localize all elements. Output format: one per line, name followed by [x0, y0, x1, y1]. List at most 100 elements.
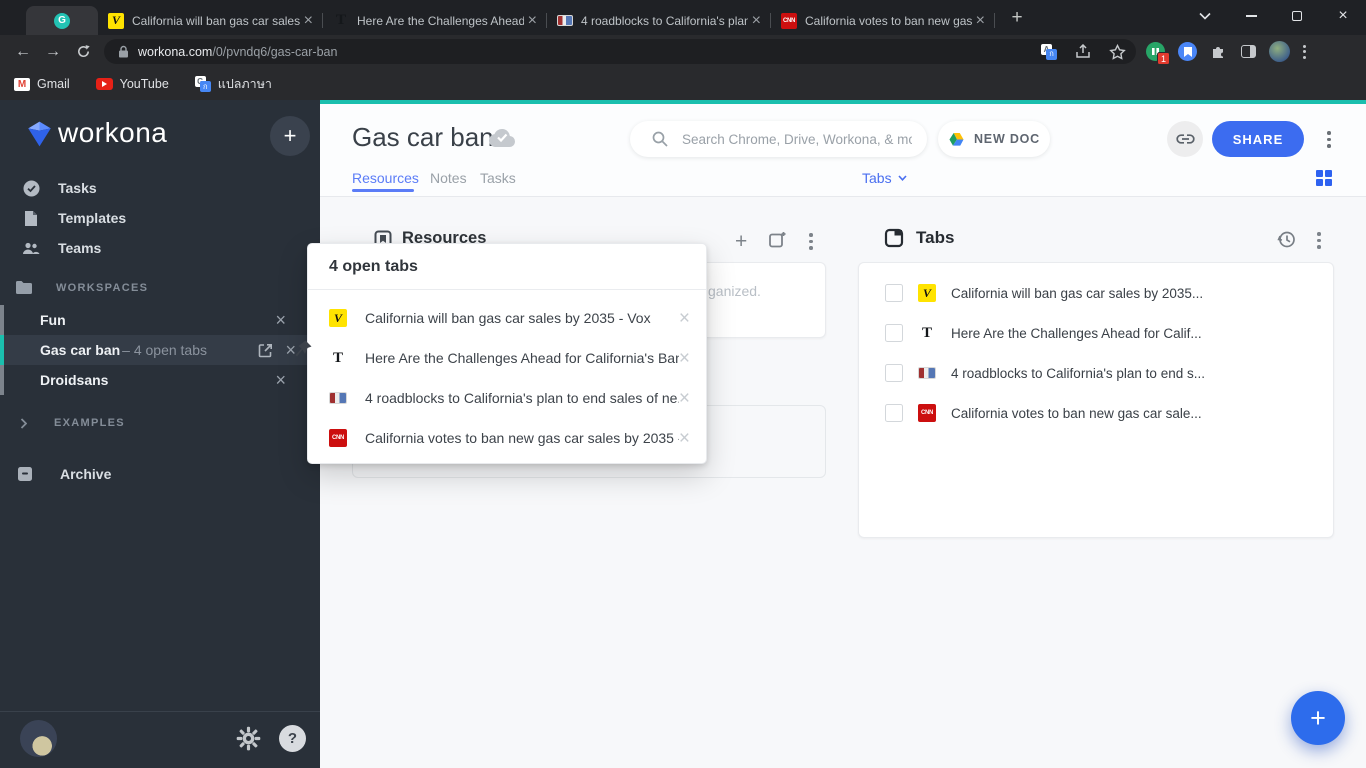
nyt-favicon — [329, 349, 347, 367]
settings-gear-icon[interactable] — [235, 725, 262, 752]
tab-checkbox[interactable] — [885, 284, 903, 302]
close-tab-icon[interactable]: × — [304, 13, 313, 29]
workspace-row-fun[interactable]: Fun × — [0, 305, 320, 335]
workspace-row-gas-car-ban[interactable]: Gas car ban – 4 open tabs × — [0, 335, 320, 365]
browser-tab-vox[interactable]: California will ban gas car sales b × — [98, 6, 322, 35]
workspace-open-tabs-meta[interactable]: – 4 open tabs — [122, 342, 207, 358]
close-popup-tab-icon[interactable]: × — [679, 429, 690, 448]
google-translate-icon: Gก — [195, 76, 211, 92]
add-section-icon[interactable] — [768, 231, 786, 249]
maximize-button[interactable] — [1274, 0, 1320, 32]
add-resource-button[interactable]: + — [735, 230, 747, 254]
new-tab-button[interactable]: + — [1003, 4, 1031, 32]
bookmark-translate[interactable]: Gก แปลภาษา — [195, 74, 272, 94]
tab-list-item[interactable]: 4 roadblocks to California's plan to end… — [859, 353, 1333, 393]
tab-list-item[interactable]: California will ban gas car sales by 203… — [859, 273, 1333, 313]
workspace-name: Gas car ban — [40, 342, 120, 358]
active-workspace-indicator — [0, 335, 4, 365]
close-tab-icon[interactable]: × — [752, 13, 761, 29]
workspace-name: Droidsans — [40, 372, 108, 388]
forward-icon[interactable]: → — [38, 43, 68, 61]
sidebar-item-templates[interactable]: Templates — [0, 203, 320, 233]
user-avatar[interactable] — [20, 720, 57, 757]
workona-extension-icon[interactable] — [1178, 42, 1197, 61]
search-input[interactable] — [682, 132, 912, 147]
extensions-puzzle-icon[interactable] — [1210, 43, 1228, 61]
sidebar-item-teams[interactable]: Teams — [0, 233, 320, 263]
examples-header[interactable]: EXAMPLES — [20, 417, 125, 429]
workspace-row-droidsans[interactable]: Droidsans × — [0, 365, 320, 395]
pin-icon[interactable] — [294, 339, 313, 358]
bookmark-youtube[interactable]: YouTube — [96, 77, 169, 91]
browser-tab-nyt[interactable]: Here Are the Challenges Ahead f × — [323, 6, 546, 35]
url-host: workona.com — [138, 45, 212, 59]
share-button[interactable]: SHARE — [1212, 121, 1304, 157]
share-page-icon[interactable] — [1075, 44, 1091, 59]
cnn-favicon — [781, 13, 797, 29]
bookmark-star-icon[interactable] — [1109, 44, 1126, 60]
document-icon — [22, 210, 40, 227]
vox-favicon — [918, 284, 936, 302]
tab-list-item[interactable]: California votes to ban new gas car sale… — [859, 393, 1333, 433]
cnn-favicon — [918, 404, 936, 422]
browser-tab-cnn[interactable]: California votes to ban new gas c × — [771, 6, 994, 35]
close-window-button[interactable]: × — [1320, 0, 1366, 32]
sidebar-item-archive[interactable]: Archive — [0, 459, 320, 489]
popup-tab-item[interactable]: Here Are the Challenges Ahead for Califo… — [308, 338, 706, 378]
add-tab-fab[interactable]: + — [1291, 691, 1345, 745]
reload-icon[interactable] — [68, 44, 98, 59]
translate-page-icon[interactable]: Aก — [1041, 44, 1057, 60]
help-button[interactable]: ? — [279, 725, 306, 752]
bookmark-label: Gmail — [37, 77, 70, 91]
close-popup-tab-icon[interactable]: × — [679, 349, 690, 368]
new-doc-label: NEW DOC — [974, 132, 1040, 146]
lock-icon — [118, 45, 129, 58]
cnn-favicon — [329, 429, 347, 447]
tab-checkbox[interactable] — [885, 364, 903, 382]
tab-resources[interactable]: Resources — [352, 170, 419, 186]
tab-title: California will ban gas car sales b — [132, 14, 300, 28]
popup-title: 4 open tabs — [308, 244, 706, 290]
popup-tab-item[interactable]: 4 roadblocks to California's plan to end… — [308, 378, 706, 418]
adblock-extension-icon[interactable]: 1 — [1146, 42, 1165, 61]
layout-grid-icon[interactable] — [1316, 170, 1332, 186]
cloud-synced-icon — [488, 127, 516, 148]
copy-link-button[interactable] — [1167, 121, 1203, 157]
new-doc-button[interactable]: NEW DOC — [938, 121, 1050, 157]
tab-checkbox[interactable] — [885, 404, 903, 422]
close-tab-icon[interactable]: × — [976, 13, 985, 29]
browser-tab-calmatters[interactable]: 4 roadblocks to California's plan t × — [547, 6, 770, 35]
address-bar[interactable]: workona.com/0/pvndq6/gas-car-ban Aก — [104, 39, 1136, 64]
close-workspace-icon[interactable]: × — [275, 311, 286, 329]
popup-tab-item[interactable]: California votes to ban new gas car sale… — [308, 418, 706, 458]
tab-checkbox[interactable] — [885, 324, 903, 342]
minimize-button[interactable] — [1228, 0, 1274, 32]
open-in-new-icon[interactable] — [258, 343, 273, 358]
popup-tab-item[interactable]: California will ban gas car sales by 203… — [308, 298, 706, 338]
close-workspace-icon[interactable]: × — [275, 371, 286, 389]
back-icon[interactable]: ← — [8, 43, 38, 61]
browser-tab-workona[interactable] — [26, 6, 98, 35]
side-panel-icon[interactable] — [1241, 45, 1256, 58]
sidebar-item-tasks[interactable]: Tasks — [0, 173, 320, 203]
resources-menu-icon[interactable] — [809, 233, 813, 250]
tabs-section-header: Tabs — [884, 228, 954, 248]
browser-menu-icon[interactable] — [1303, 45, 1306, 59]
search-bar[interactable] — [630, 121, 927, 157]
close-tab-icon[interactable]: × — [528, 13, 537, 29]
tabs-menu-icon[interactable] — [1317, 232, 1321, 249]
tab-notes[interactable]: Notes — [430, 170, 467, 186]
view-selector[interactable]: Tabs — [862, 170, 907, 186]
tab-search-icon[interactable] — [1182, 0, 1228, 32]
close-popup-tab-icon[interactable]: × — [679, 389, 690, 408]
page-title: Gas car ban — [352, 122, 494, 153]
tab-list-item[interactable]: Here Are the Challenges Ahead for Calif.… — [859, 313, 1333, 353]
browser-profile-avatar[interactable] — [1269, 41, 1290, 62]
bookmark-gmail[interactable]: M Gmail — [14, 77, 70, 91]
chevron-down-icon — [898, 175, 907, 181]
close-popup-tab-icon[interactable]: × — [679, 309, 690, 328]
header-menu-icon[interactable] — [1327, 131, 1331, 148]
add-workspace-button[interactable]: + — [270, 116, 310, 156]
history-icon[interactable] — [1277, 230, 1296, 249]
tab-tasks[interactable]: Tasks — [480, 170, 516, 186]
